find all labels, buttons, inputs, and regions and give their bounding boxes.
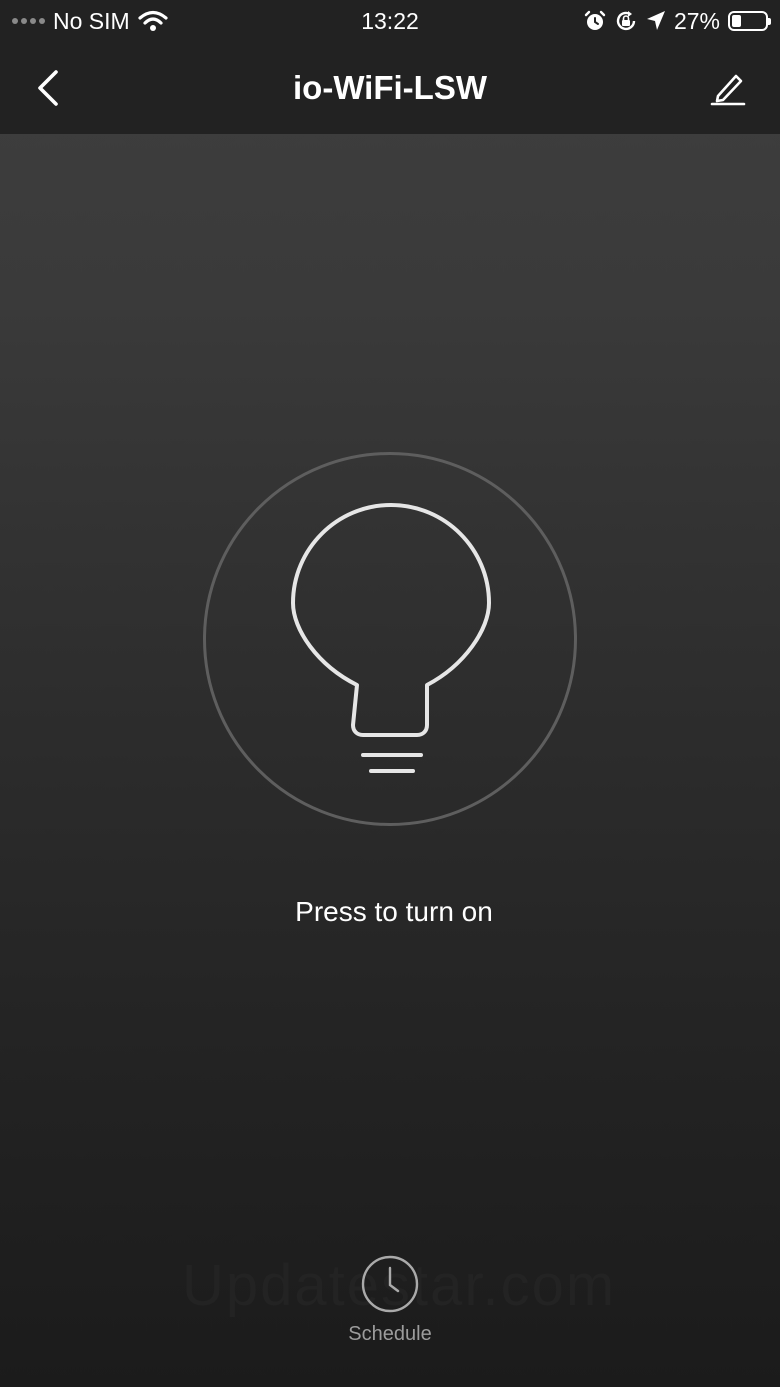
light-bulb-icon — [291, 503, 491, 773]
wifi-icon — [138, 10, 168, 31]
status-left: No SIM — [12, 8, 312, 35]
status-bar: No SIM 13:22 27% — [0, 0, 780, 42]
back-button[interactable] — [30, 64, 66, 112]
power-prompt: Press to turn on — [295, 896, 493, 927]
carrier-label: No SIM — [53, 7, 130, 34]
status-time: 13:22 — [361, 7, 419, 34]
schedule-label: Schedule — [348, 1323, 432, 1345]
status-right: 27% — [468, 7, 771, 35]
pencil-icon — [710, 74, 746, 106]
power-toggle-button[interactable] — [203, 452, 577, 826]
battery-icon — [728, 11, 771, 31]
alarm-icon — [584, 10, 606, 30]
clock-icon — [361, 1255, 419, 1313]
battery-percent: 27% — [673, 7, 720, 34]
nav-bar: io-WiFi-LSW — [0, 42, 780, 134]
schedule-button[interactable]: Schedule — [320, 1255, 460, 1355]
page-title: io-WiFi-LSW — [293, 69, 487, 106]
rotation-lock-icon — [616, 11, 636, 31]
edit-button[interactable] — [708, 66, 748, 110]
battery-fill — [732, 15, 741, 27]
location-arrow-icon — [646, 11, 665, 30]
signal-dots-icon — [12, 18, 45, 24]
chevron-left-icon — [38, 70, 58, 106]
